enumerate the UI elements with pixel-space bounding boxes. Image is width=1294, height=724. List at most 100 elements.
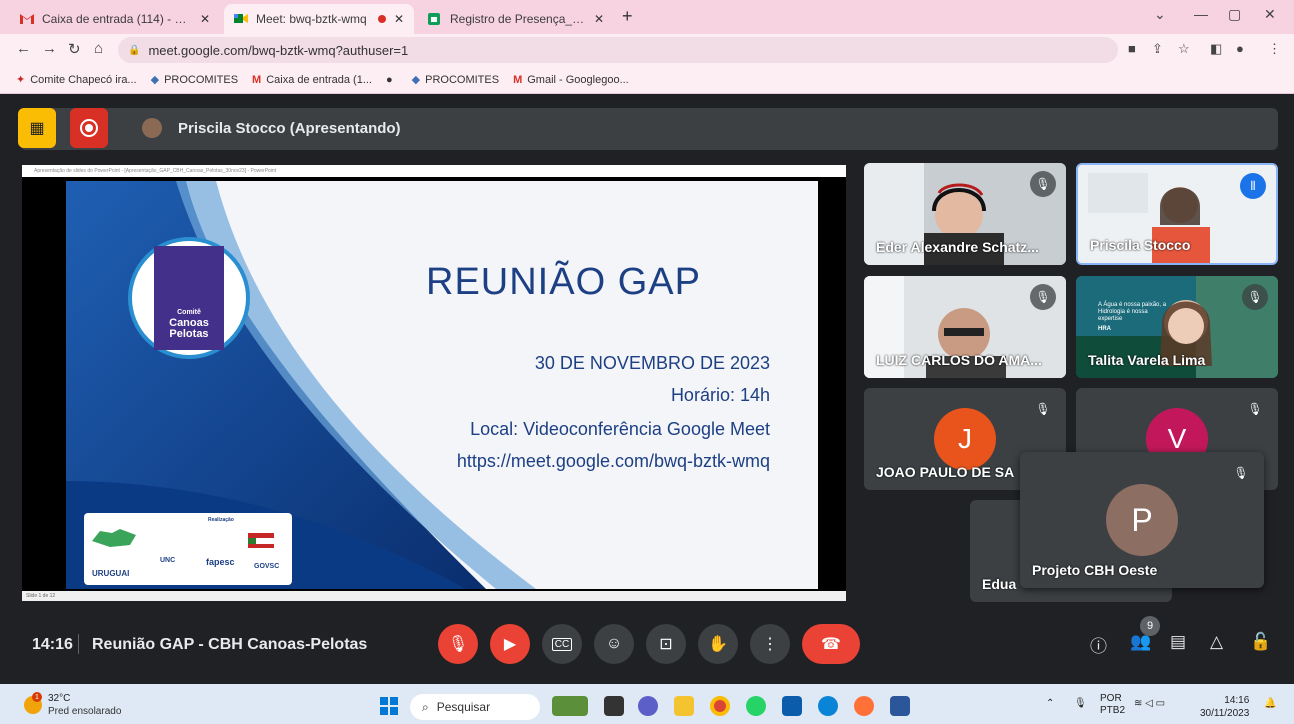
store-icon[interactable] — [782, 696, 802, 716]
mic-toggle-button[interactable]: 🎙 — [438, 624, 478, 664]
mic-off-icon: 🎙 — [1030, 171, 1056, 197]
minimize-button[interactable]: — — [1194, 6, 1208, 22]
close-icon[interactable]: ✕ — [394, 12, 404, 26]
back-icon[interactable]: ← — [16, 40, 31, 57]
forward-icon[interactable]: → — [42, 40, 57, 57]
clock-date: 30/11/2023 — [1200, 708, 1250, 719]
chat-button[interactable]: ▤ — [1170, 632, 1186, 652]
participant-tile[interactable]: ⦀ Priscila Stocco — [1076, 163, 1278, 265]
logo-text: Pelotas — [169, 328, 209, 340]
more-options-button[interactable]: ⋮ — [750, 624, 790, 664]
leave-call-button[interactable]: ☎ — [802, 624, 860, 664]
people-button[interactable]: 👥 — [1130, 632, 1151, 652]
notification-icon[interactable]: 🔔 — [1264, 698, 1276, 709]
participant-name: JOAO PAULO DE SA — [876, 464, 1015, 480]
close-icon[interactable]: ✕ — [594, 12, 604, 26]
recording-button[interactable] — [70, 108, 108, 148]
edge-icon[interactable] — [818, 696, 838, 716]
captions-button[interactable]: CC — [542, 624, 582, 664]
profile-icon[interactable]: ● — [1236, 41, 1244, 56]
mic-off-icon: 🎙 — [1030, 396, 1056, 422]
bookmark-item[interactable]: ◆ PROCOMITES — [412, 73, 499, 87]
participant-name: Projeto CBH Oeste — [1032, 562, 1158, 578]
comite-logo: Comitê Canoas Pelotas — [128, 237, 250, 359]
host-controls-button[interactable]: 🔓 — [1250, 632, 1271, 652]
slide-link: https://meet.google.com/bwq-bztk-wmq — [456, 451, 770, 471]
bookmark-item[interactable]: ✦ Comite Chapecó ira... — [16, 73, 137, 87]
participant-tile[interactable]: 🎙 Eder Alexandre Schatz... — [864, 163, 1066, 265]
menu-icon[interactable]: ⋮ — [1268, 41, 1281, 57]
close-icon[interactable]: ✕ — [200, 12, 210, 26]
tab-gmail[interactable]: Caixa de entrada (114) - projeto ✕ — [10, 4, 220, 34]
avatar: P — [1106, 484, 1178, 556]
tab-meet[interactable]: Meet: bwq-bztk-wmq ✕ — [224, 4, 414, 34]
bookmark-item[interactable]: ● — [386, 74, 398, 86]
bookmark-item[interactable]: M Caixa de entrada (1... — [252, 74, 372, 86]
url-text: meet.google.com/bwq-bztk-wmq?authuser=1 — [148, 42, 409, 58]
info-button[interactable]: ⓘ — [1090, 632, 1107, 657]
taskbar-search[interactable]: ⌕ Pesquisar — [410, 694, 540, 720]
mic-icon[interactable]: 🎙 — [1074, 698, 1087, 709]
mic-off-icon: 🎙 — [1228, 460, 1254, 486]
meeting-time: 14:16 — [32, 636, 73, 653]
tab-label: Caixa de entrada (114) - projeto — [42, 12, 192, 26]
activities-button[interactable]: △ — [1210, 632, 1223, 652]
gmail-icon: M — [513, 73, 523, 86]
reload-icon[interactable]: ↻ — [68, 40, 81, 58]
participant-tile[interactable]: A Água é nossa paixão, a Hidrologia é no… — [1076, 276, 1278, 378]
meeting-title: Reunião GAP - CBH Canoas-Pelotas — [92, 636, 368, 653]
captions-icon: CC — [551, 637, 573, 651]
emoji-icon: ☺ — [605, 635, 623, 652]
sheets-icon — [428, 13, 442, 25]
chrome-icon[interactable] — [710, 696, 730, 716]
task-view-icon[interactable] — [604, 696, 624, 716]
ppt-status: Slide 1 de 12 — [22, 591, 846, 601]
globe-icon: ● — [386, 73, 393, 86]
map-icon — [92, 529, 136, 547]
whatsapp-icon[interactable] — [746, 696, 766, 716]
home-icon[interactable]: ⌂ — [94, 40, 103, 57]
clock[interactable]: 14:16 30/11/2023 — [1200, 694, 1249, 720]
present-button[interactable]: ⊡ — [646, 624, 686, 664]
maximize-button[interactable]: ▢ — [1228, 6, 1241, 23]
teams-icon[interactable] — [638, 696, 658, 716]
widgets-app-icon[interactable] — [552, 696, 588, 716]
participant-name: Eder Alexandre Schatz... — [876, 239, 1039, 255]
language-indicator[interactable]: POR PTB2 — [1100, 693, 1125, 717]
participant-tile[interactable]: 🎙 LUIZ CARLOS DO AMA... — [864, 276, 1066, 378]
start-button[interactable] — [380, 697, 398, 715]
avatar-initial: P — [1131, 501, 1153, 538]
meet-icon — [234, 13, 248, 25]
camera-toggle-button[interactable]: ▶ — [490, 624, 530, 664]
file-explorer-icon[interactable] — [674, 696, 694, 716]
new-tab-button[interactable]: + — [622, 6, 633, 27]
bookmark-item[interactable]: M Gmail - Googlegoo... — [513, 74, 629, 86]
camera-icon[interactable]: ■ — [1128, 41, 1136, 56]
emoji-button[interactable]: ☺ — [594, 624, 634, 664]
raise-hand-button[interactable]: ✋ — [698, 624, 738, 664]
close-window-button[interactable]: ✕ — [1264, 6, 1276, 23]
mic-off-icon: 🎙 — [1242, 284, 1268, 310]
share-icon[interactable]: ⇪ — [1152, 41, 1163, 57]
word-icon[interactable] — [890, 696, 910, 716]
divider — [78, 634, 79, 654]
recording-icon — [377, 15, 386, 23]
star-icon[interactable]: ☆ — [1178, 41, 1190, 57]
footer-text: UNC — [160, 557, 176, 564]
sidepanel-icon[interactable]: ◧ — [1210, 41, 1222, 57]
chevron-down-icon[interactable]: ⌄ — [1154, 6, 1166, 23]
url-input[interactable]: 🔒 meet.google.com/bwq-bztk-wmq?authuser=… — [118, 37, 1118, 63]
search-placeholder: Pesquisar — [436, 700, 491, 714]
tab-sheets[interactable]: Registro de Presença_Reunião d ✕ — [418, 4, 614, 34]
self-view-tile[interactable]: P 🎙 Projeto CBH Oeste — [1020, 452, 1264, 588]
present-off-icon: ▦ — [29, 120, 45, 137]
wifi-icon[interactable]: ≋ ◁ ▭ — [1134, 698, 1165, 709]
stop-presenting-button[interactable]: ▦ — [18, 108, 56, 148]
presenter-name: Priscila Stocco (Apresentando) — [178, 120, 401, 137]
chevron-up-icon[interactable]: ⌃ — [1046, 698, 1054, 709]
ppt-window-title: Apresentação de slides do PowerPoint - [… — [22, 165, 846, 177]
footer-text: URUGUAI — [92, 569, 130, 578]
firefox-icon[interactable] — [854, 696, 874, 716]
shared-screen: Apresentação de slides do PowerPoint - [… — [22, 165, 846, 601]
bookmark-item[interactable]: ◆ PROCOMITES — [151, 73, 238, 87]
